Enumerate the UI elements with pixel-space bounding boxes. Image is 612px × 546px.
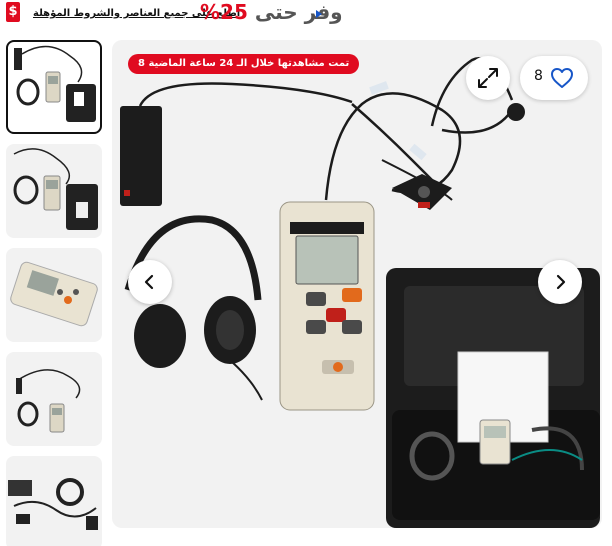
- thumbnail-4[interactable]: [6, 352, 102, 446]
- promo-bar: $ اطلع على جميع العناصر والشروط المؤهلة …: [0, 0, 612, 30]
- thumbnail-1[interactable]: [6, 40, 102, 134]
- favorite-count: 8: [534, 68, 543, 84]
- favorite-button[interactable]: 8: [520, 56, 588, 100]
- thumbnail-list: [6, 40, 104, 546]
- dollar-badge-icon: $: [6, 2, 20, 22]
- main-product-image[interactable]: تمت مشاهدتها خلال الـ 24 ساعة الماضية 8 …: [112, 40, 602, 528]
- previous-image-button[interactable]: [128, 260, 172, 304]
- expand-icon: [478, 68, 498, 88]
- chevron-left-icon: [144, 274, 154, 290]
- expand-button[interactable]: [466, 56, 510, 100]
- caret-right-icon: [316, 10, 322, 18]
- product-gallery-page: $ اطلع على جميع العناصر والشروط المؤهلة …: [0, 0, 612, 546]
- save-value: 25%: [200, 0, 248, 24]
- thumbnail-2[interactable]: [6, 144, 102, 238]
- thumbnail-3[interactable]: [6, 248, 102, 342]
- chevron-right-icon: [556, 274, 566, 290]
- thumbnail-5[interactable]: [6, 456, 102, 546]
- heart-icon: [551, 68, 573, 88]
- product-photo: [120, 57, 600, 528]
- recent-views-badge: تمت مشاهدتها خلال الـ 24 ساعة الماضية 8: [128, 54, 360, 74]
- save-label: وفر حتى: [254, 0, 343, 24]
- next-image-button[interactable]: [538, 260, 582, 304]
